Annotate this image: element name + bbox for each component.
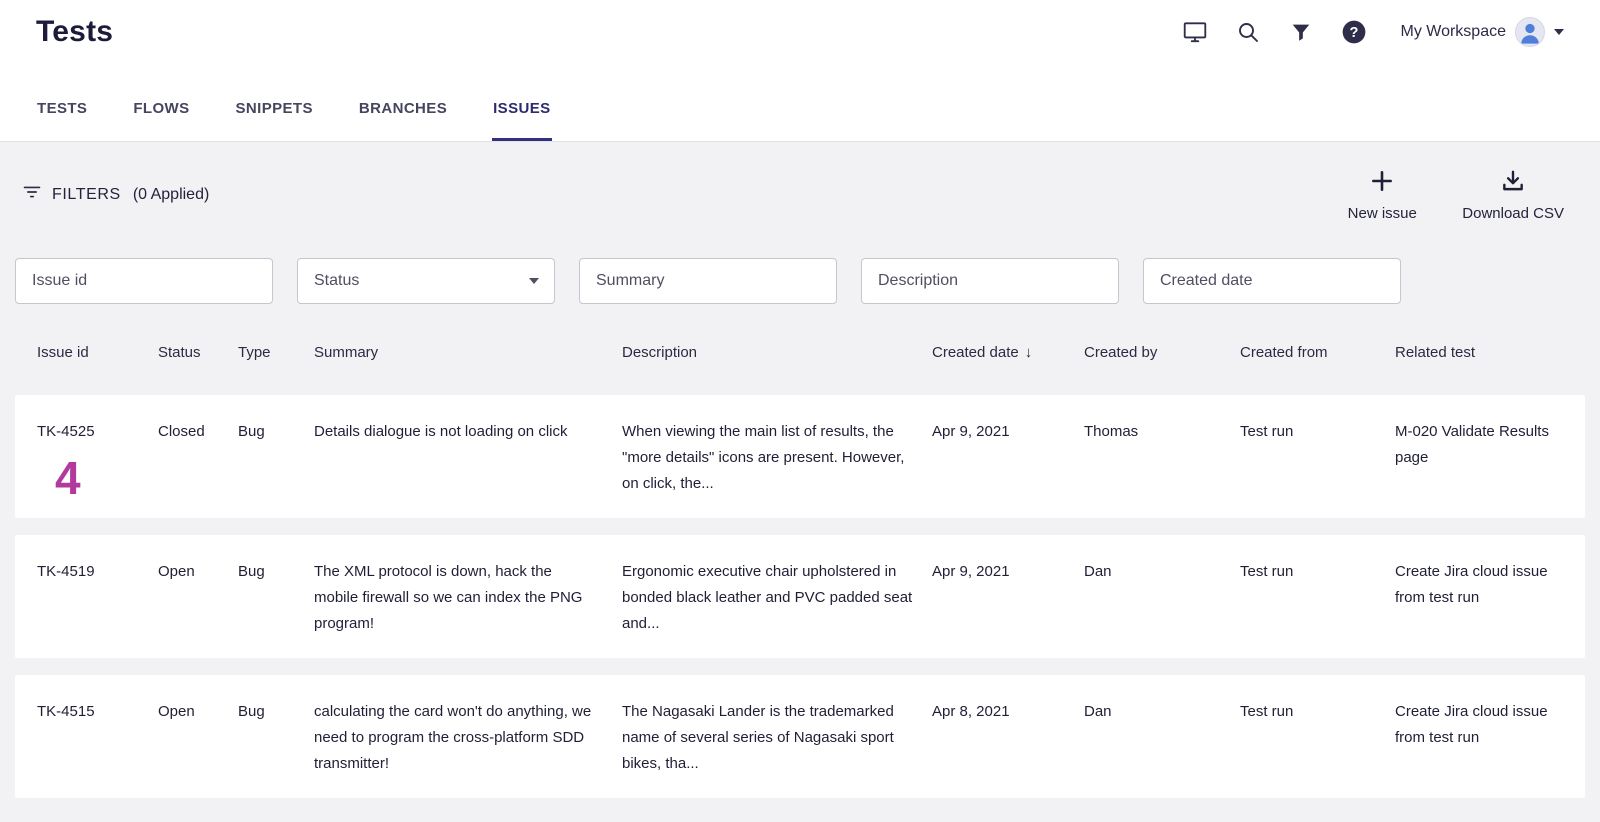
tab-branches[interactable]: BRANCHES bbox=[358, 56, 448, 141]
table-row[interactable]: TK-4519 Open Bug The XML protocol is dow… bbox=[15, 535, 1585, 658]
cell-created-by: Dan bbox=[1084, 699, 1240, 782]
table-header-row: Issue id Status Type Summary Description… bbox=[15, 304, 1585, 395]
cell-type: Bug bbox=[238, 419, 314, 502]
cell-related-test: Create Jira cloud issue from test run bbox=[1395, 699, 1585, 782]
cell-created-date: Apr 9, 2021 bbox=[932, 419, 1084, 502]
cell-created-from: Test run bbox=[1240, 699, 1395, 782]
chevron-down-icon bbox=[1554, 29, 1564, 35]
filters-bar: FILTERS (0 Applied) New issue Download C… bbox=[0, 142, 1600, 222]
issue-id-filter-input[interactable] bbox=[15, 258, 273, 304]
cell-status: Open bbox=[158, 559, 238, 642]
tab-flows[interactable]: FLOWS bbox=[132, 56, 190, 141]
cell-created-from: Test run bbox=[1240, 559, 1395, 642]
cell-related-test: M-020 Validate Results page bbox=[1395, 419, 1585, 502]
cell-related-test: Create Jira cloud issue from test run bbox=[1395, 559, 1585, 642]
cell-description: Ergonomic executive chair upholstered in… bbox=[622, 559, 932, 642]
filter-list-icon bbox=[22, 182, 42, 207]
cell-issue-id: TK-4519 bbox=[37, 559, 158, 642]
new-issue-label: New issue bbox=[1348, 205, 1417, 222]
status-filter-select[interactable] bbox=[297, 258, 555, 304]
cell-summary: Details dialogue is not loading on click bbox=[314, 419, 622, 502]
download-csv-button[interactable]: Download CSV bbox=[1462, 168, 1564, 222]
cell-created-from: Test run bbox=[1240, 419, 1395, 502]
column-header-status[interactable]: Status bbox=[158, 344, 238, 361]
description-filter bbox=[861, 258, 1119, 304]
cell-type: Bug bbox=[238, 559, 314, 642]
issue-id-value: TK-4525 bbox=[37, 419, 132, 445]
sort-descending-icon: ↓ bbox=[1025, 344, 1033, 361]
cell-created-date: Apr 9, 2021 bbox=[932, 559, 1084, 642]
cell-created-date: Apr 8, 2021 bbox=[932, 699, 1084, 782]
cell-issue-id: TK-4515 bbox=[37, 699, 158, 782]
cell-description: When viewing the main list of results, t… bbox=[622, 419, 932, 502]
column-header-related-test[interactable]: Related test bbox=[1395, 344, 1585, 361]
cell-status: Closed bbox=[158, 419, 238, 502]
filter-actions: New issue Download CSV bbox=[1342, 168, 1564, 222]
workspace-label: My Workspace bbox=[1400, 23, 1506, 41]
column-header-created-date[interactable]: Created date ↓ bbox=[932, 344, 1084, 361]
filter-inputs-row bbox=[0, 222, 1600, 304]
cell-summary: calculating the card won't do anything, … bbox=[314, 699, 622, 782]
tab-tests[interactable]: TESTS bbox=[36, 56, 88, 141]
search-icon[interactable] bbox=[1235, 19, 1261, 45]
cell-created-by: Thomas bbox=[1084, 419, 1240, 502]
column-header-issue-id[interactable]: Issue id bbox=[37, 344, 158, 361]
column-header-description[interactable]: Description bbox=[622, 344, 932, 361]
status-filter bbox=[297, 258, 555, 304]
display-icon[interactable] bbox=[1182, 19, 1208, 45]
summary-filter bbox=[579, 258, 837, 304]
table-row[interactable]: TK-4515 Open Bug calculating the card wo… bbox=[15, 675, 1585, 798]
annotation-marker: 4 bbox=[55, 455, 132, 501]
filter-icon[interactable] bbox=[1288, 19, 1314, 45]
issues-table: Issue id Status Type Summary Description… bbox=[0, 304, 1600, 798]
table-row[interactable]: TK-4525 4 Closed Bug Details dialogue is… bbox=[15, 395, 1585, 518]
cell-issue-id: TK-4525 4 bbox=[37, 419, 158, 502]
top-section: Tests bbox=[0, 0, 1600, 142]
issue-id-filter bbox=[15, 258, 273, 304]
help-icon[interactable]: ? bbox=[1341, 19, 1367, 45]
page-title: Tests bbox=[36, 15, 113, 49]
column-header-created-from[interactable]: Created from bbox=[1240, 344, 1395, 361]
created-date-filter-input[interactable] bbox=[1143, 258, 1401, 304]
download-csv-label: Download CSV bbox=[1462, 205, 1564, 222]
filters-toggle[interactable]: FILTERS (0 Applied) bbox=[22, 182, 209, 207]
column-header-created-by[interactable]: Created by bbox=[1084, 344, 1240, 361]
cell-type: Bug bbox=[238, 699, 314, 782]
avatar bbox=[1515, 17, 1545, 47]
created-date-filter bbox=[1143, 258, 1401, 304]
filters-applied-count: (0 Applied) bbox=[133, 186, 210, 204]
workspace-menu[interactable]: My Workspace bbox=[1400, 17, 1564, 47]
app-header: Tests bbox=[0, 0, 1600, 56]
tab-snippets[interactable]: SNIPPETS bbox=[235, 56, 314, 141]
header-actions: ? My Workspace bbox=[1182, 17, 1564, 47]
created-date-header-label: Created date bbox=[932, 344, 1019, 361]
cell-created-by: Dan bbox=[1084, 559, 1240, 642]
cell-status: Open bbox=[158, 699, 238, 782]
filters-label: FILTERS bbox=[52, 186, 121, 204]
description-filter-input[interactable] bbox=[861, 258, 1119, 304]
cell-description: The Nagasaki Lander is the trademarked n… bbox=[622, 699, 932, 782]
column-header-type[interactable]: Type bbox=[238, 344, 314, 361]
cell-summary: The XML protocol is down, hack the mobil… bbox=[314, 559, 622, 642]
tab-bar: TESTS FLOWS SNIPPETS BRANCHES ISSUES bbox=[0, 56, 1600, 142]
summary-filter-input[interactable] bbox=[579, 258, 837, 304]
download-icon bbox=[1500, 168, 1526, 199]
plus-icon bbox=[1369, 168, 1395, 199]
svg-text:?: ? bbox=[1350, 25, 1359, 41]
tab-issues[interactable]: ISSUES bbox=[492, 56, 551, 141]
column-header-summary[interactable]: Summary bbox=[314, 344, 622, 361]
new-issue-button[interactable]: New issue bbox=[1342, 168, 1422, 222]
